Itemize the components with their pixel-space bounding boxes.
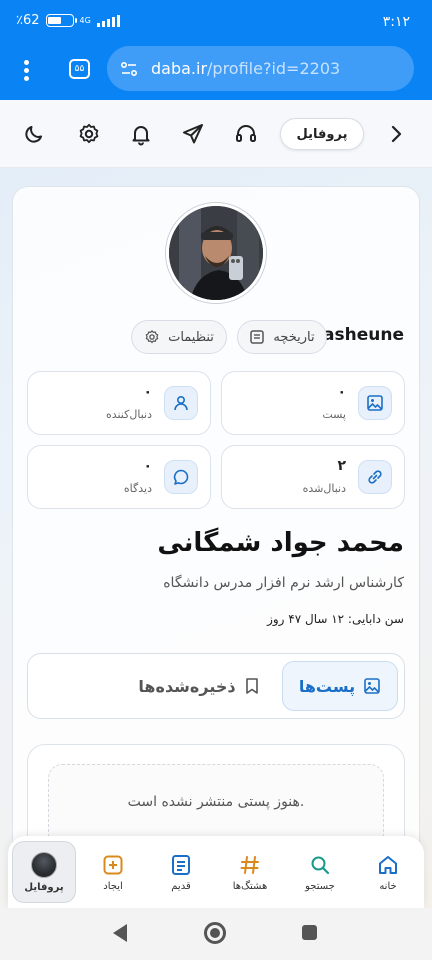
nav-label: خانه xyxy=(379,880,397,892)
stat-comments[interactable]: ۰ دیدگاه xyxy=(27,445,211,509)
settings-button[interactable]: تنظیمات xyxy=(131,320,227,354)
stat-value: ۰ xyxy=(143,458,152,474)
link-icon xyxy=(358,460,392,494)
nav-create[interactable]: ایجاد xyxy=(81,836,145,908)
bottom-navigation: خانه جستجو هشتگ‌ها قدیم ایجاد پروفایل xyxy=(8,836,424,908)
nav-label: هشتگ‌ها xyxy=(232,880,268,892)
url-text: daba.ir/profile?id=2203 xyxy=(151,59,340,78)
stat-following[interactable]: ۲ دنبال‌شده xyxy=(221,445,405,509)
system-home-icon[interactable] xyxy=(204,922,226,944)
home-icon xyxy=(379,855,397,874)
stat-value: ۰ xyxy=(143,384,152,400)
avatar xyxy=(31,851,57,878)
network-type: 4G xyxy=(79,15,91,25)
stat-followers[interactable]: ۰ دنبال‌کننده xyxy=(27,371,211,435)
nav-label: ایجاد xyxy=(103,880,123,892)
battery-fill xyxy=(48,16,62,24)
clock: ۳:۱۲ xyxy=(382,14,410,30)
send-icon[interactable] xyxy=(181,122,205,146)
url-domain: daba.ir xyxy=(151,59,208,78)
status-left: ٪62 4G xyxy=(16,13,120,28)
search-icon xyxy=(311,856,330,874)
tab-posts[interactable]: پست‌ها xyxy=(282,661,398,711)
stat-value: ۰ xyxy=(337,384,346,400)
stat-label: دنبال‌کننده xyxy=(105,408,152,421)
history-icon xyxy=(250,330,265,344)
nav-label: پروفایل xyxy=(24,881,64,893)
full-name: محمد جواد شمگانی xyxy=(157,528,404,558)
history-label: تاریخچه xyxy=(273,329,315,345)
account-age: سن دابایی: ۱۲ سال ۴۷ روز xyxy=(267,612,404,626)
comment-icon xyxy=(164,460,198,494)
nav-search[interactable]: جستجو xyxy=(288,836,352,908)
image-icon xyxy=(364,678,380,694)
gear-icon[interactable] xyxy=(77,122,101,146)
stat-posts[interactable]: ۰ پست xyxy=(221,371,405,435)
status-bar: ٪62 4G ۳:۱۲ xyxy=(0,0,432,44)
stat-label: دیدگاه xyxy=(123,482,152,495)
url-field[interactable]: daba.ir/profile?id=2203 xyxy=(107,46,414,91)
user-icon xyxy=(164,386,198,420)
hashtag-icon xyxy=(240,855,259,874)
history-button[interactable]: تاریخچه xyxy=(237,320,327,354)
nav-home[interactable]: خانه xyxy=(356,836,420,908)
stat-label: پست xyxy=(322,408,346,421)
app-header: پروفایل xyxy=(0,100,432,168)
tab-saved[interactable]: ذخیره‌شده‌ها xyxy=(134,661,264,711)
system-back-icon[interactable] xyxy=(113,924,127,942)
bell-icon[interactable] xyxy=(129,122,153,146)
username: asheune xyxy=(323,325,404,345)
system-recents-icon[interactable] xyxy=(302,925,317,940)
tab-count-button[interactable]: ۵۵ xyxy=(69,59,90,79)
nav-profile[interactable]: پروفایل xyxy=(12,841,76,903)
settings-label: تنظیمات xyxy=(168,329,214,345)
profile-avatar[interactable] xyxy=(166,203,266,303)
page-title-pill: پروفایل xyxy=(280,118,364,150)
nav-hashtags[interactable]: هشتگ‌ها xyxy=(218,836,282,908)
content-tabs: پست‌ها ذخیره‌شده‌ها xyxy=(27,653,405,719)
nav-old[interactable]: قدیم xyxy=(149,836,213,908)
empty-state-text: هنوز پستی منتشر نشده است. xyxy=(127,794,305,810)
tab-posts-label: پست‌ها xyxy=(298,676,356,696)
stat-label: دنبال‌شده xyxy=(302,482,346,495)
battery-icon xyxy=(45,14,77,27)
site-settings-icon[interactable] xyxy=(119,59,139,79)
bio: کارشناس ارشد نرم افزار مدرس دانشگاه xyxy=(163,575,404,591)
plus-icon xyxy=(103,855,123,874)
system-navigation-bar xyxy=(0,908,432,960)
moon-icon[interactable] xyxy=(22,122,46,146)
tab-saved-label: ذخیره‌شده‌ها xyxy=(138,676,236,696)
back-arrow-icon[interactable] xyxy=(384,122,408,146)
url-path: /profile?id=2203 xyxy=(207,59,341,78)
bookmark-icon xyxy=(245,678,258,694)
stat-value: ۲ xyxy=(337,458,346,474)
list-icon xyxy=(172,854,190,875)
battery-percent: ٪62 xyxy=(16,13,40,28)
settings-gear-icon xyxy=(145,329,159,344)
headset-icon[interactable] xyxy=(234,122,258,146)
browser-url-bar: ۵۵ daba.ir/profile?id=2203 xyxy=(0,44,432,100)
browser-menu-icon[interactable] xyxy=(17,58,37,84)
image-icon xyxy=(358,386,392,420)
nav-label: قدیم xyxy=(171,880,191,892)
nav-label: جستجو xyxy=(305,880,335,892)
signal-icon xyxy=(96,14,120,27)
